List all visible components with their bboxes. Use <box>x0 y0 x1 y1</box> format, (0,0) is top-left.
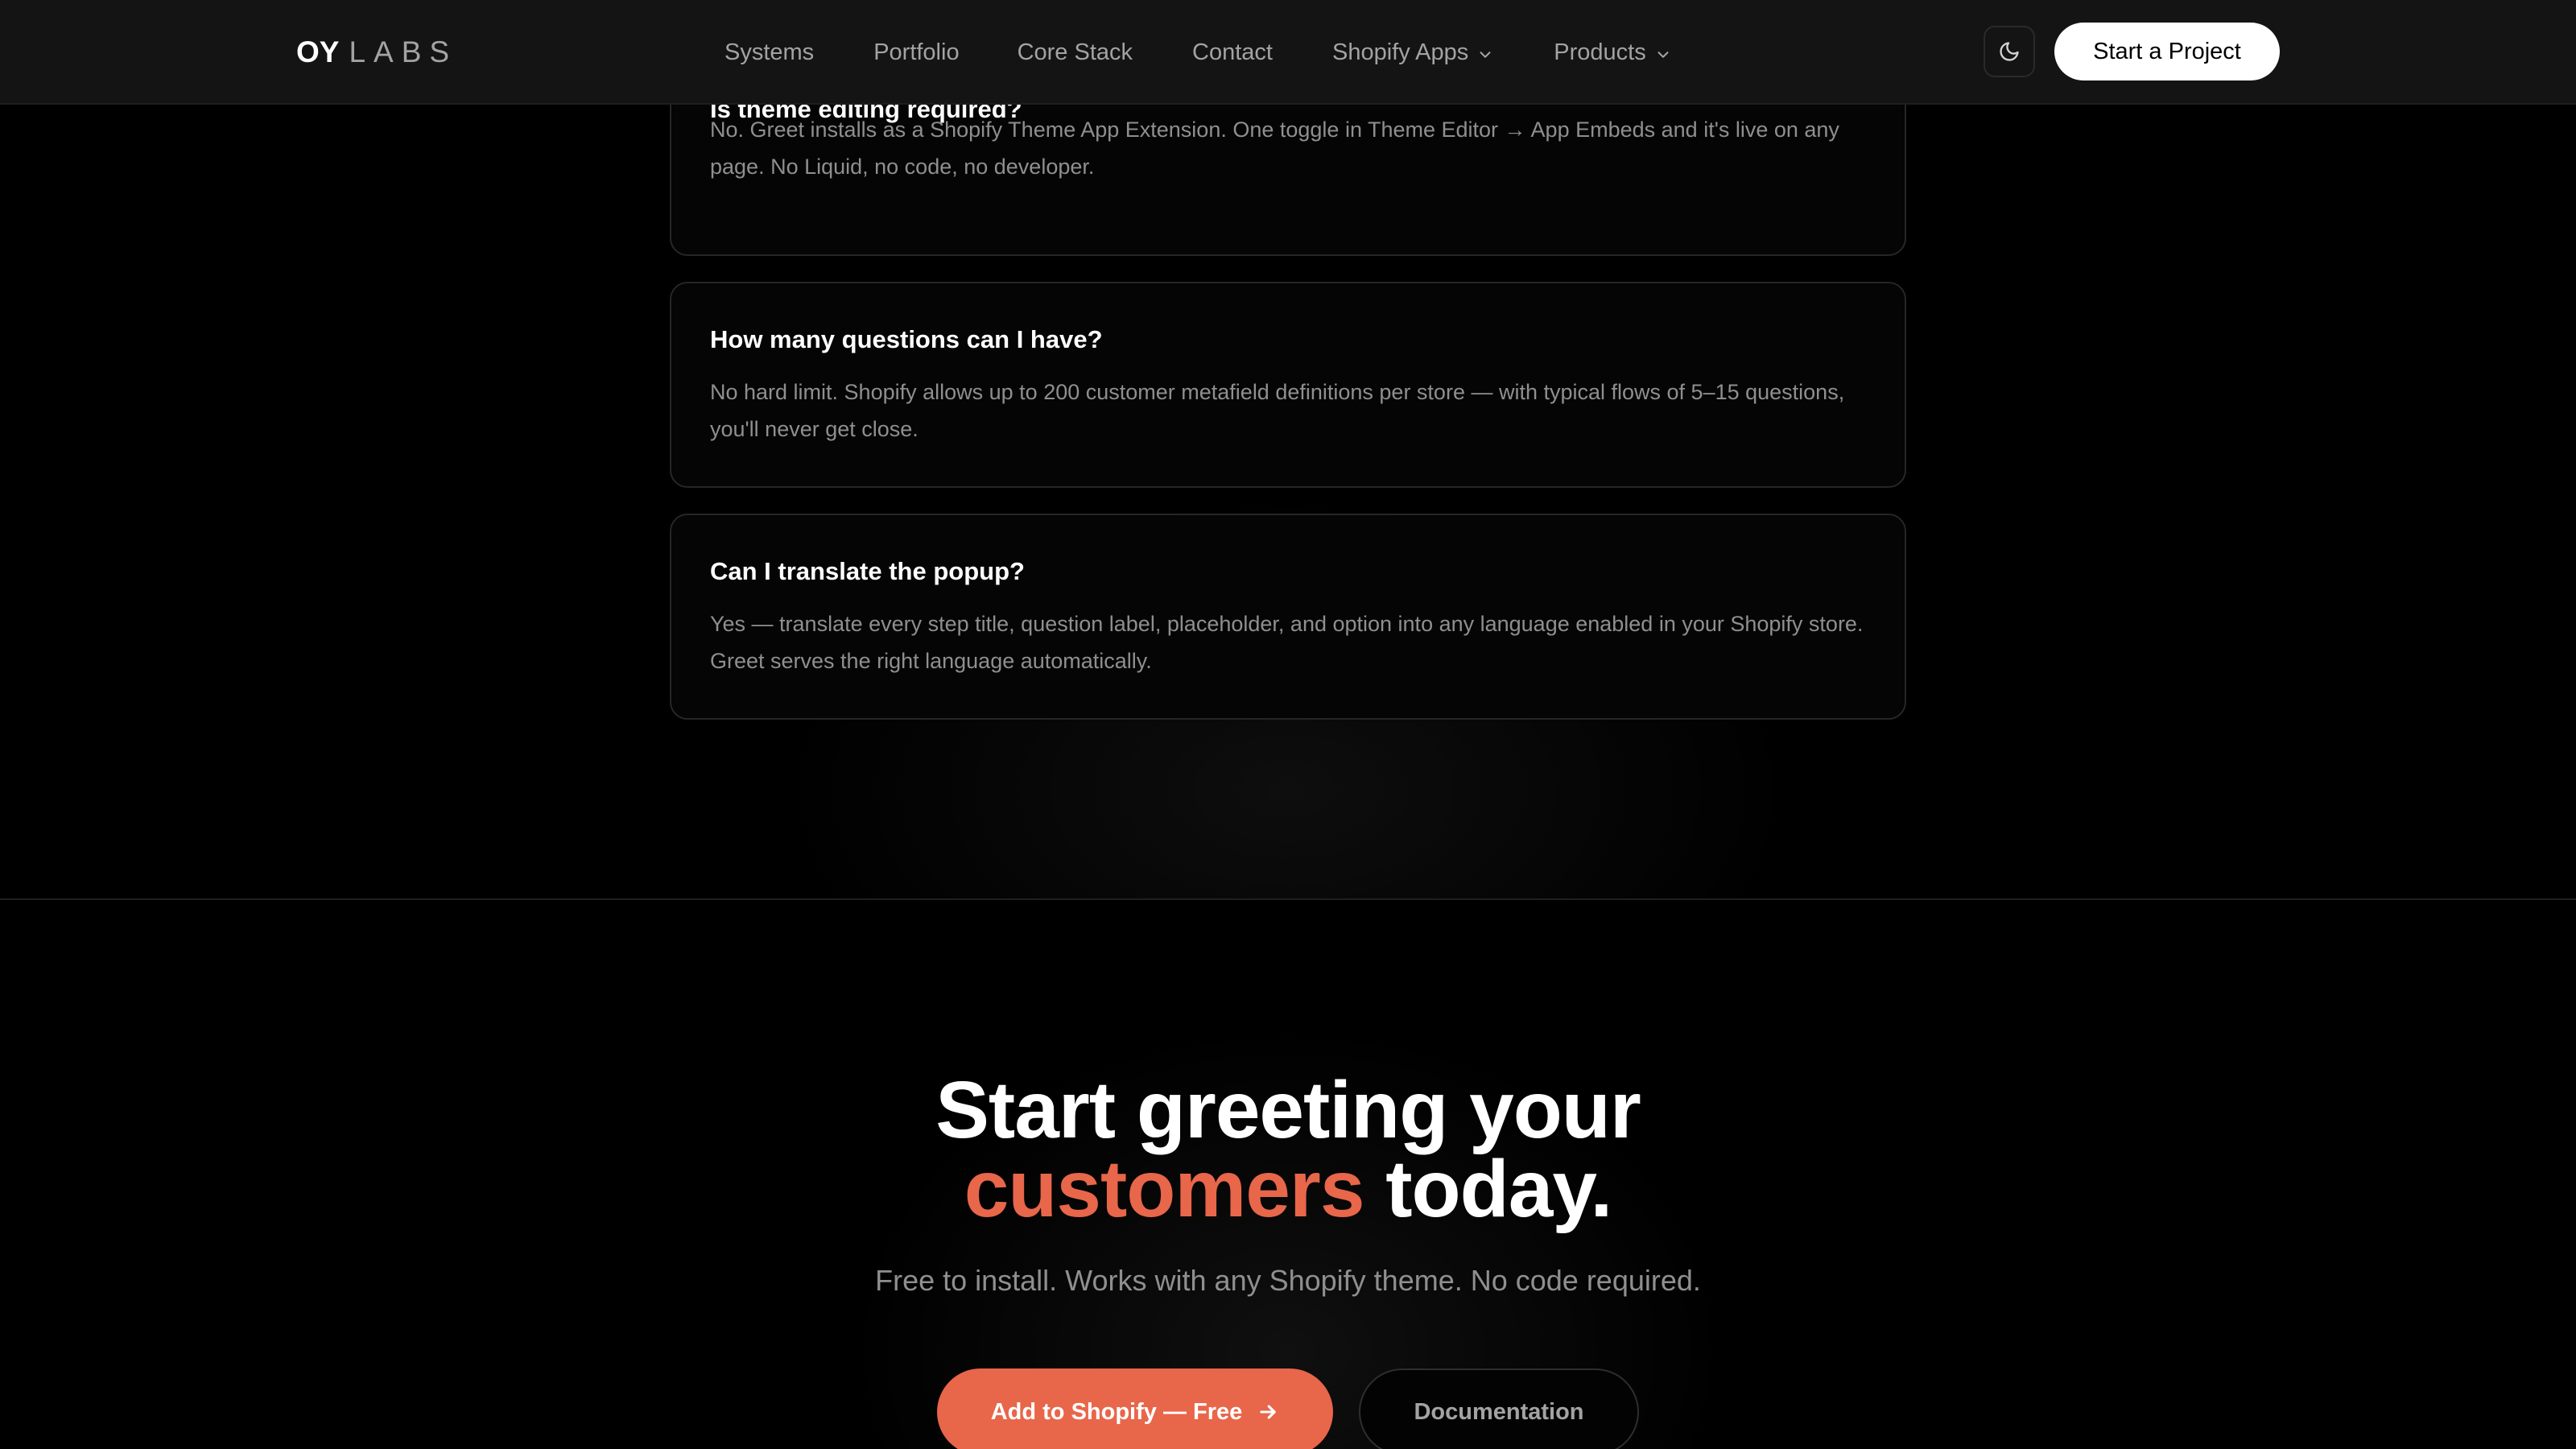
add-to-shopify-button[interactable]: Add to Shopify — Free <box>937 1368 1333 1449</box>
cta-heading-line1: Start greeting your <box>935 1065 1641 1155</box>
faq-item[interactable]: Can I translate the popup? Yes — transla… <box>670 514 1906 720</box>
theme-toggle-button[interactable] <box>1984 26 2035 77</box>
chevron-down-icon <box>1476 43 1494 61</box>
top-navbar: OY LABS Systems Portfolio Core Stack Con… <box>0 0 2576 105</box>
moon-icon <box>1998 40 2021 63</box>
cta-heading: Start greeting your customers today. <box>0 1070 2576 1229</box>
start-project-button[interactable]: Start a Project <box>2054 23 2280 80</box>
cta-heading-accent: customers <box>964 1144 1365 1234</box>
arrow-right-icon <box>1257 1401 1279 1423</box>
nav-dropdown-label: Products <box>1554 39 1646 65</box>
cta-button-row: Add to Shopify — Free Documentation <box>937 1368 1639 1449</box>
nav-link-systems[interactable]: Systems <box>724 39 814 66</box>
faq-item[interactable]: How many questions can I have? No hard l… <box>670 282 1906 488</box>
nav-link-portfolio[interactable]: Portfolio <box>873 39 959 66</box>
site-logo[interactable]: OY LABS <box>296 32 457 72</box>
faq-answer: No. Greet installs as a Shopify Theme Ap… <box>710 118 1839 179</box>
nav-link-core-stack[interactable]: Core Stack <box>1018 39 1133 66</box>
nav-dropdown-label: Shopify Apps <box>1331 39 1469 65</box>
faq-question: Can I translate the popup? <box>710 557 1025 585</box>
main-nav: Systems Portfolio Core Stack Contact Sho… <box>724 32 1672 72</box>
cta-heading-rest: today. <box>1364 1144 1612 1234</box>
logo-mark: OY <box>296 35 340 68</box>
logo-wordmark: LABS <box>349 35 458 68</box>
cta-subtitle: Free to install. Works with any Shopify … <box>875 1264 1701 1297</box>
faq-answer: No hard limit. Shopify allows up to 200 … <box>710 380 1845 441</box>
nav-link-contact[interactable]: Contact <box>1192 39 1273 66</box>
nav-dropdown-shopify-apps[interactable]: Shopify Apps <box>1332 39 1494 66</box>
add-to-shopify-label: Add to Shopify — Free <box>990 1398 1243 1425</box>
documentation-button[interactable]: Documentation <box>1359 1368 1639 1449</box>
faq-question: How many questions can I have? <box>710 325 1103 353</box>
faq-answer: Yes — translate every step title, questi… <box>710 612 1864 673</box>
nav-dropdown-products[interactable]: Products <box>1554 39 1671 66</box>
chevron-down-icon <box>1654 43 1672 61</box>
